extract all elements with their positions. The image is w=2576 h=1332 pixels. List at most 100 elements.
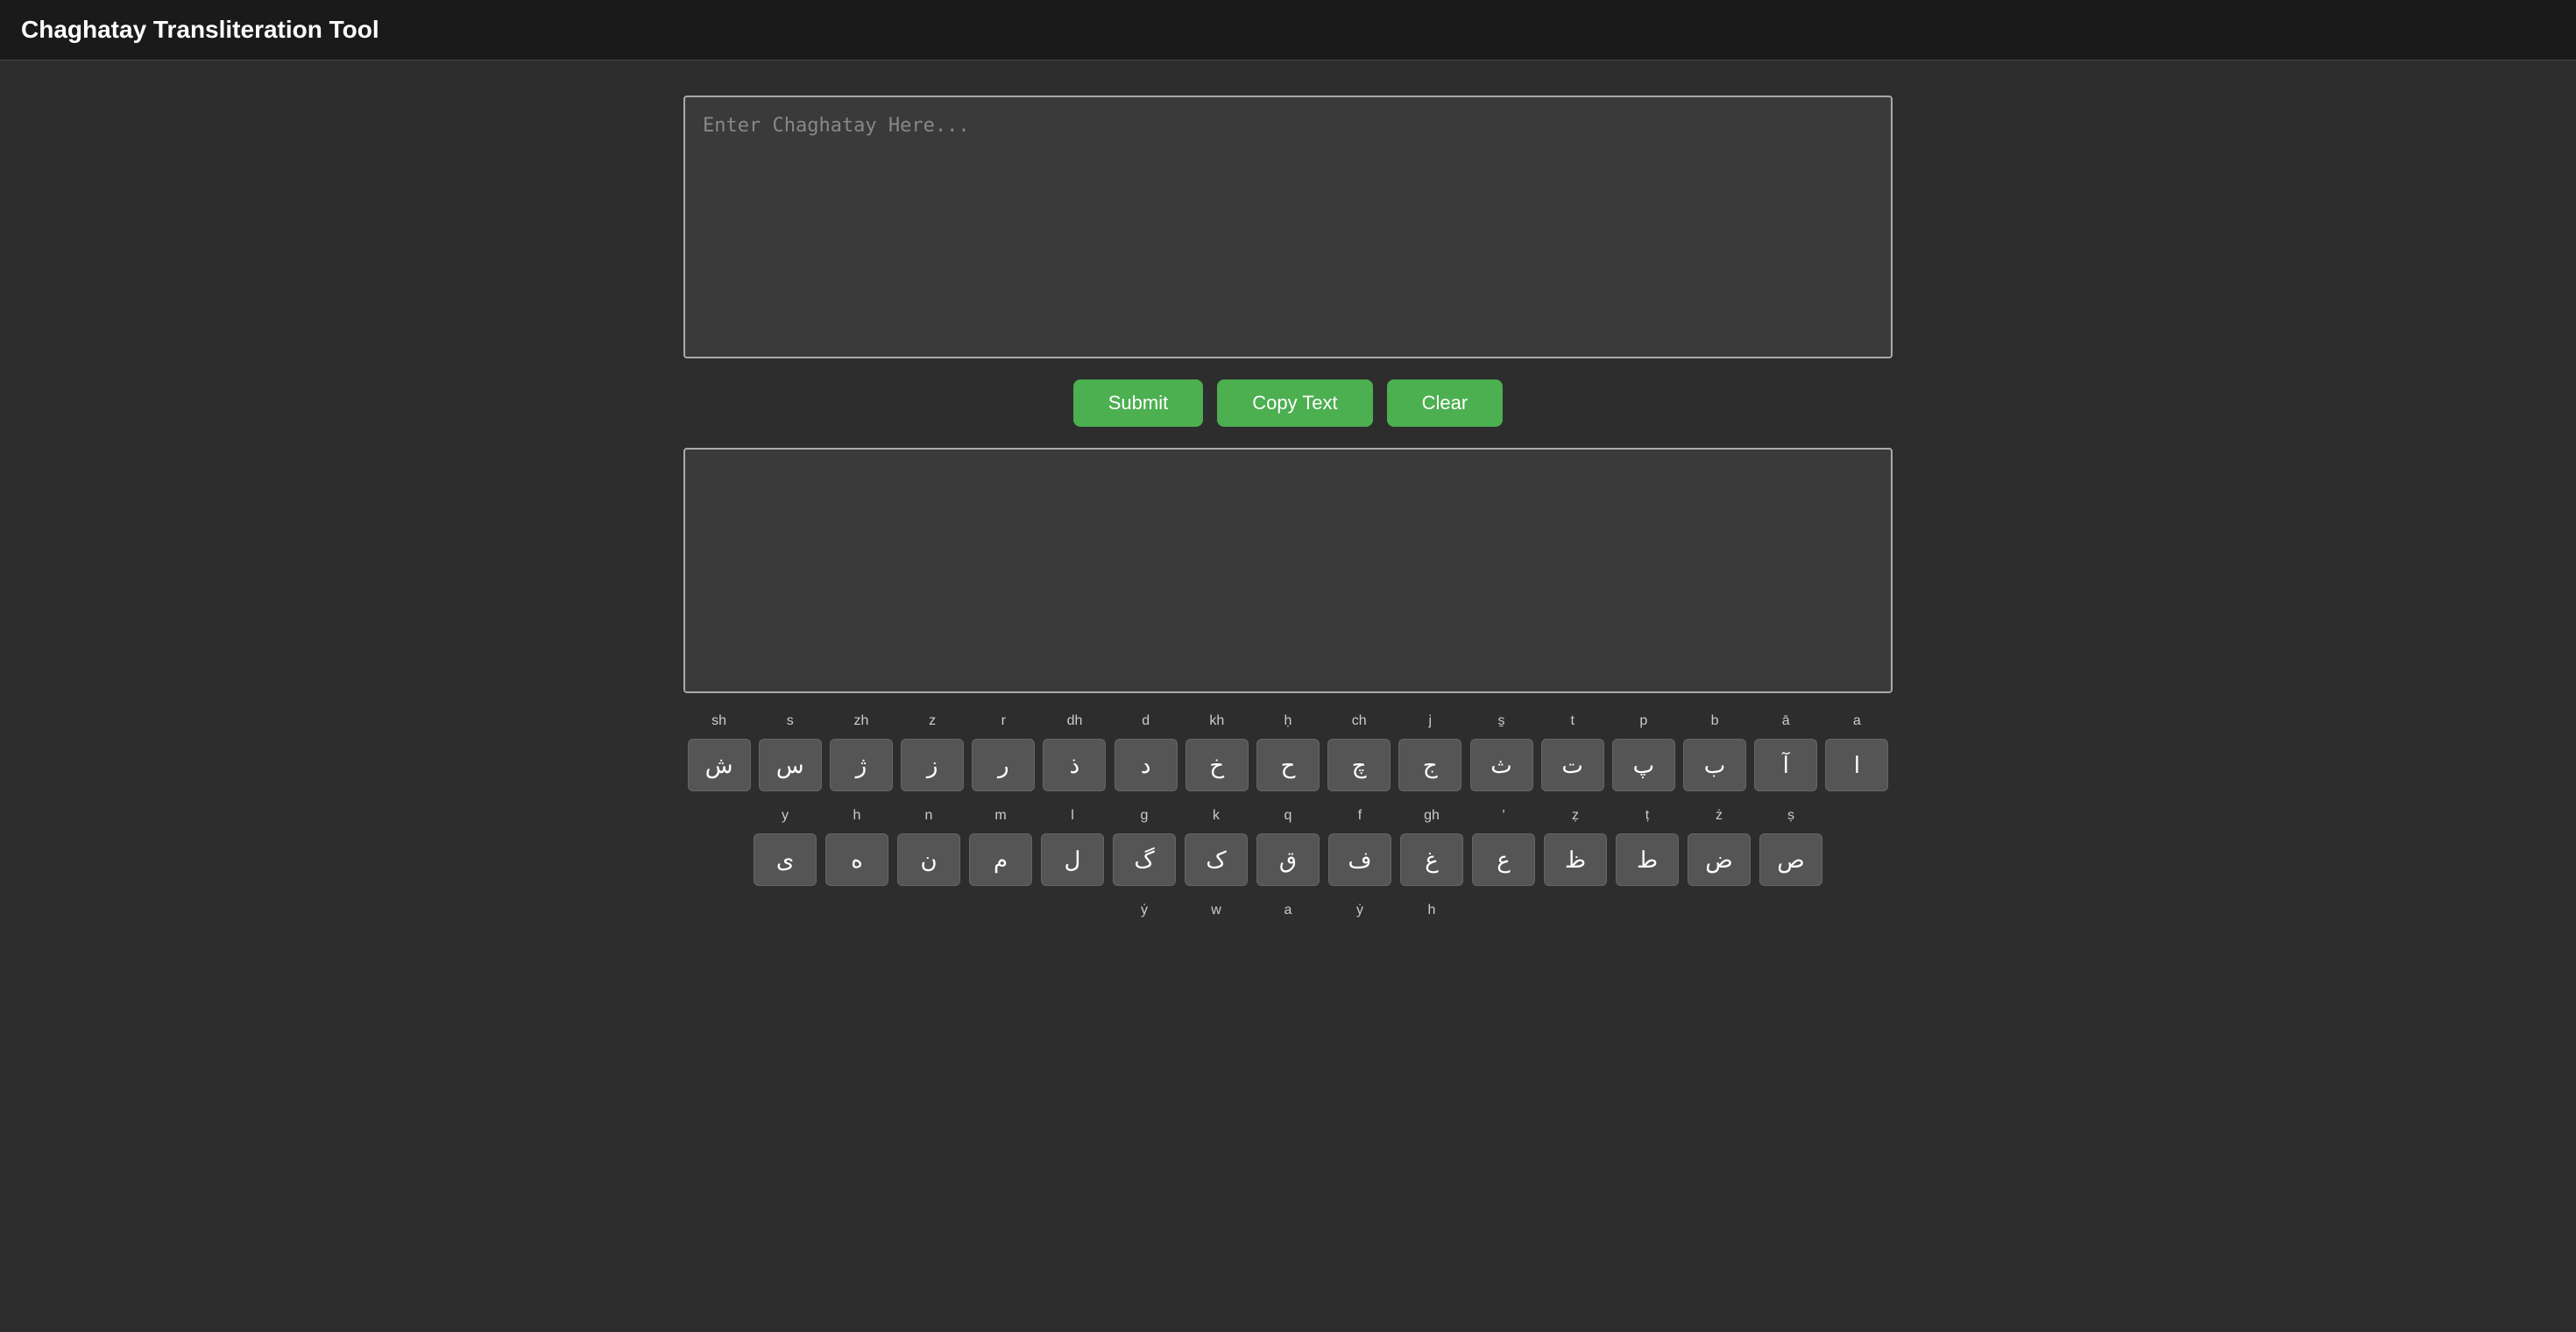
key-label-row1-7: kh bbox=[1209, 711, 1224, 732]
key-label-row3-1: w bbox=[1211, 900, 1221, 921]
app-title: Chaghatay Transliteration Tool bbox=[21, 16, 379, 43]
key-btn-row1-7[interactable]: خ bbox=[1185, 739, 1249, 791]
key-group-row1-16: a bbox=[1822, 711, 1893, 735]
key-btn-row1-1[interactable]: س bbox=[759, 739, 822, 791]
key-label-row1-5: dh bbox=[1067, 711, 1083, 732]
key-group-arabic-row2-14: ص bbox=[1755, 833, 1827, 886]
copy-text-button[interactable]: Copy Text bbox=[1217, 379, 1372, 427]
key-btn-row1-11[interactable]: ث bbox=[1470, 739, 1533, 791]
key-group-arabic-row1-3: ز bbox=[897, 739, 968, 791]
key-group-row2-9: gh bbox=[1396, 805, 1468, 830]
key-label-row3-3: ẏ bbox=[1356, 900, 1363, 921]
key-group-arabic-row2-5: گ bbox=[1108, 833, 1180, 886]
key-group-row2-12: ṭ bbox=[1611, 805, 1683, 830]
key-group-row1-1: s bbox=[754, 711, 825, 735]
key-group-arabic-row1-10: ج bbox=[1395, 739, 1466, 791]
action-buttons: Submit Copy Text Clear bbox=[1073, 379, 1503, 427]
key-btn-row2-14[interactable]: ص bbox=[1759, 833, 1822, 886]
key-btn-row1-14[interactable]: ب bbox=[1683, 739, 1746, 791]
key-group-arabic-row1-9: چ bbox=[1324, 739, 1395, 791]
submit-button[interactable]: Submit bbox=[1073, 379, 1203, 427]
key-label-row3-0: ẏ bbox=[1141, 900, 1148, 921]
key-group-arabic-row2-7: ق bbox=[1252, 833, 1324, 886]
key-btn-row2-12[interactable]: ط bbox=[1616, 833, 1679, 886]
key-label-row3-2: a bbox=[1284, 900, 1292, 921]
key-label-row1-9: ch bbox=[1352, 711, 1367, 732]
key-label-row3-4: h bbox=[1428, 900, 1436, 921]
key-group-row2-1: h bbox=[821, 805, 893, 830]
key-label-row1-12: t bbox=[1570, 711, 1574, 732]
key-label-row1-16: a bbox=[1853, 711, 1861, 732]
key-group-arabic-row2-0: ی bbox=[749, 833, 821, 886]
key-btn-row1-9[interactable]: چ bbox=[1327, 739, 1391, 791]
keyboard-row-2-keys: یهنملگکقفغعظطضص bbox=[683, 833, 1893, 886]
key-group-row1-8: ḥ bbox=[1252, 711, 1323, 735]
key-group-row1-10: j bbox=[1395, 711, 1466, 735]
key-group-arabic-row1-0: ش bbox=[683, 739, 754, 791]
key-group-arabic-row1-1: س bbox=[754, 739, 825, 791]
key-group-arabic-row1-15: آ bbox=[1751, 739, 1822, 791]
key-btn-row1-16[interactable]: ا bbox=[1825, 739, 1888, 791]
key-label-row1-13: p bbox=[1639, 711, 1647, 732]
key-label-row2-9: gh bbox=[1424, 805, 1440, 826]
key-label-row1-0: sh bbox=[711, 711, 726, 732]
key-label-row1-1: s bbox=[787, 711, 794, 732]
key-btn-row2-1[interactable]: ه bbox=[825, 833, 888, 886]
key-btn-row1-0[interactable]: ش bbox=[688, 739, 751, 791]
key-btn-row1-15[interactable]: آ bbox=[1754, 739, 1817, 791]
key-btn-row2-0[interactable]: ی bbox=[754, 833, 817, 886]
clear-button[interactable]: Clear bbox=[1387, 379, 1504, 427]
key-label-row1-8: ḥ bbox=[1284, 711, 1292, 732]
key-btn-row1-13[interactable]: پ bbox=[1612, 739, 1675, 791]
key-group-arabic-row2-13: ض bbox=[1683, 833, 1755, 886]
key-group-arabic-row1-2: ژ bbox=[825, 739, 896, 791]
key-group-row1-11: s̱ bbox=[1466, 711, 1537, 735]
key-btn-row2-3[interactable]: م bbox=[969, 833, 1032, 886]
key-group-row1-9: ch bbox=[1324, 711, 1395, 735]
key-btn-row2-8[interactable]: ف bbox=[1328, 833, 1391, 886]
key-group-arabic-row1-8: ح bbox=[1252, 739, 1323, 791]
transliteration-output[interactable] bbox=[683, 448, 1893, 693]
key-btn-row2-11[interactable]: ظ bbox=[1544, 833, 1607, 886]
key-group-row1-6: d bbox=[1110, 711, 1181, 735]
key-label-row2-1: h bbox=[853, 805, 861, 826]
key-btn-row1-8[interactable]: ح bbox=[1256, 739, 1320, 791]
main-content: Submit Copy Text Clear shszhzrdhdkhḥchjs… bbox=[0, 60, 2576, 963]
virtual-keyboard: shszhzrdhdkhḥchjs̱tpbāa شسژزرذدخحچجثتپبآ… bbox=[683, 711, 1893, 928]
key-btn-row1-6[interactable]: د bbox=[1115, 739, 1178, 791]
key-group-row2-4: l bbox=[1037, 805, 1108, 830]
key-btn-row2-13[interactable]: ض bbox=[1688, 833, 1751, 886]
key-label-row2-8: f bbox=[1358, 805, 1362, 826]
key-btn-row2-5[interactable]: گ bbox=[1113, 833, 1176, 886]
key-btn-row2-9[interactable]: غ bbox=[1400, 833, 1463, 886]
key-group-row2-0: y bbox=[749, 805, 821, 830]
key-group-arabic-row2-6: ک bbox=[1180, 833, 1252, 886]
key-btn-row1-3[interactable]: ز bbox=[901, 739, 964, 791]
keyboard-row-1-keys: شسژزرذدخحچجثتپبآا bbox=[683, 739, 1893, 791]
key-group-arabic-row1-5: ذ bbox=[1039, 739, 1110, 791]
key-label-row2-6: k bbox=[1213, 805, 1220, 826]
key-btn-row1-4[interactable]: ر bbox=[972, 739, 1035, 791]
chaghatay-input[interactable] bbox=[683, 96, 1893, 358]
key-btn-row2-7[interactable]: ق bbox=[1256, 833, 1320, 886]
key-label-row2-3: m bbox=[994, 805, 1006, 826]
key-btn-row1-5[interactable]: ذ bbox=[1043, 739, 1106, 791]
key-btn-row1-12[interactable]: ت bbox=[1541, 739, 1604, 791]
key-group-row1-13: p bbox=[1608, 711, 1679, 735]
key-label-row2-4: l bbox=[1071, 805, 1074, 826]
key-btn-row1-2[interactable]: ژ bbox=[830, 739, 893, 791]
key-group-row1-12: t bbox=[1537, 711, 1608, 735]
key-btn-row2-6[interactable]: ک bbox=[1185, 833, 1248, 886]
app-header: Chaghatay Transliteration Tool bbox=[0, 0, 2576, 60]
key-btn-row1-10[interactable]: ج bbox=[1398, 739, 1461, 791]
keyboard-row-1-labels: shszhzrdhdkhḥchjs̱tpbāa bbox=[683, 711, 1893, 735]
key-btn-row2-10[interactable]: ع bbox=[1472, 833, 1535, 886]
key-label-row2-0: y bbox=[782, 805, 789, 826]
key-btn-row2-2[interactable]: ن bbox=[897, 833, 960, 886]
key-label-row1-2: zh bbox=[854, 711, 869, 732]
key-group-arabic-row2-9: غ bbox=[1396, 833, 1468, 886]
key-btn-row2-4[interactable]: ل bbox=[1041, 833, 1104, 886]
key-label-row2-10: ' bbox=[1502, 805, 1504, 826]
key-label-row2-11: ẓ bbox=[1572, 805, 1579, 826]
key-group-arabic-row1-12: ت bbox=[1537, 739, 1608, 791]
